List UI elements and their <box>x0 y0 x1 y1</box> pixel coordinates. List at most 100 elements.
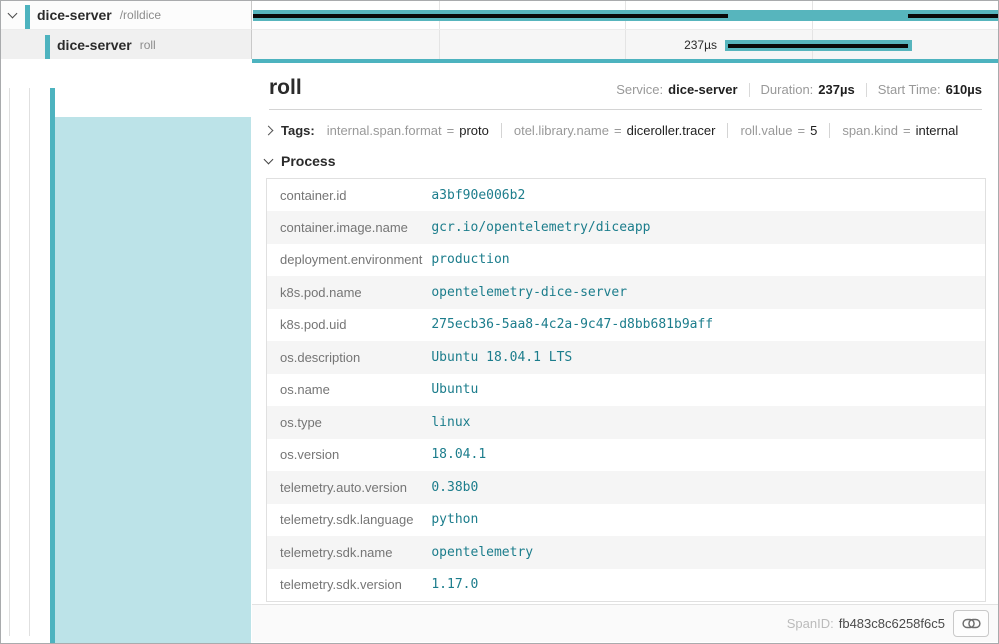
process-value: linux <box>428 406 985 439</box>
critical-path-segment <box>908 14 998 18</box>
process-key: telemetry.sdk.version <box>267 569 429 602</box>
process-key: telemetry.sdk.language <box>267 504 429 537</box>
process-value: 1.17.0 <box>428 569 985 602</box>
span-track <box>252 1 998 30</box>
process-key: k8s.pod.name <box>267 276 429 309</box>
process-key: telemetry.auto.version <box>267 471 429 504</box>
process-value: opentelemetry-dice-server <box>428 276 985 309</box>
process-value: gcr.io/opentelemetry/diceapp <box>428 211 985 244</box>
critical-path-segment <box>253 14 728 18</box>
start-time-value: 610µs <box>946 82 982 97</box>
tag-key: otel.library.name <box>514 123 609 138</box>
service-name: dice-server <box>57 37 132 53</box>
tags-label: Tags: <box>281 123 315 138</box>
process-key: os.description <box>267 341 429 374</box>
tag-value: diceroller.tracer <box>627 123 716 138</box>
trace-view: dice-server /rolldice dice-server roll 2… <box>0 0 999 644</box>
indent-guide <box>29 88 30 636</box>
span-id-label: SpanID: <box>787 616 834 631</box>
divider <box>749 83 750 97</box>
span-detail-panel: roll Service: dice-server Duration: 237µ… <box>252 59 998 642</box>
table-row: telemetry.sdk.name opentelemetry <box>267 536 986 569</box>
span-title: roll <box>269 76 302 100</box>
process-accordion[interactable]: Process <box>265 153 982 169</box>
chevron-down-icon[interactable] <box>264 155 274 165</box>
process-key: telemetry.sdk.name <box>267 536 429 569</box>
table-row: os.name Ubuntu <box>267 374 986 407</box>
process-value: 18.04.1 <box>428 439 985 472</box>
tag-equals: = <box>903 123 911 138</box>
service-value: dice-server <box>668 82 737 97</box>
process-value: Ubuntu <box>428 374 985 407</box>
table-row: os.description Ubuntu 18.04.1 LTS <box>267 341 986 374</box>
service-label: Service: <box>616 82 663 97</box>
tag-equals: = <box>447 123 455 138</box>
span-track: 237µs <box>252 30 998 59</box>
process-key: container.image.name <box>267 211 429 244</box>
span-tree-gutter <box>1 59 252 642</box>
collapse-chevron-icon[interactable] <box>8 9 18 19</box>
indent-guide <box>9 88 10 636</box>
table-row: k8s.pod.name opentelemetry-dice-server <box>267 276 986 309</box>
table-row: deployment.environment production <box>267 244 986 277</box>
operation-name: roll <box>140 38 156 52</box>
span-detail-footer: SpanID: fb483c8c6258f6c5 <box>252 604 998 642</box>
tag-item: roll.value = 5 <box>727 123 817 138</box>
critical-path-segment <box>728 44 908 48</box>
process-value: Ubuntu 18.04.1 LTS <box>428 341 985 374</box>
table-row: telemetry.sdk.version 1.17.0 <box>267 569 986 602</box>
process-key: deployment.environment <box>267 244 429 277</box>
tag-equals: = <box>798 123 806 138</box>
divider <box>269 109 982 110</box>
process-label: Process <box>281 153 335 169</box>
process-kv-table: container.id a3bf90e006b2 container.imag… <box>266 178 986 602</box>
table-row: k8s.pod.uid 275ecb36-5aa8-4c2a-9c47-d8bb… <box>267 309 986 342</box>
selected-span-highlight[interactable] <box>55 117 251 644</box>
process-value: 275ecb36-5aa8-4c2a-9c47-d8bb681b9aff <box>428 309 985 342</box>
span-bar-rolldice[interactable] <box>253 10 998 21</box>
deep-link-button[interactable] <box>953 610 989 637</box>
tag-item: span.kind = internal <box>829 123 958 138</box>
tag-value: 5 <box>810 123 817 138</box>
process-key: k8s.pod.uid <box>267 309 429 342</box>
process-key: os.type <box>267 406 429 439</box>
tag-equals: = <box>614 123 622 138</box>
link-icon <box>962 617 981 630</box>
span-detail-header: roll Service: dice-server Duration: 237µ… <box>269 76 982 100</box>
grid-line <box>439 30 440 59</box>
divider <box>866 83 867 97</box>
process-value: python <box>428 504 985 537</box>
span-id-value: fb483c8c6258f6c5 <box>839 616 945 631</box>
table-row: container.image.name gcr.io/opentelemetr… <box>267 211 986 244</box>
table-row: telemetry.auto.version 0.38b0 <box>267 471 986 504</box>
tag-key: span.kind <box>842 123 898 138</box>
duration-value: 237µs <box>818 82 854 97</box>
span-bar-roll[interactable] <box>725 40 912 51</box>
span-row-label[interactable]: dice-server roll <box>1 30 252 59</box>
service-name: dice-server <box>37 7 112 23</box>
duration-label: Duration: <box>761 82 814 97</box>
table-row: os.version 18.04.1 <box>267 439 986 472</box>
operation-name: /rolldice <box>120 8 161 22</box>
process-value: opentelemetry <box>428 536 985 569</box>
process-value: production <box>428 244 985 277</box>
process-key: container.id <box>267 179 429 212</box>
start-time-label: Start Time: <box>878 82 941 97</box>
process-key: os.version <box>267 439 429 472</box>
tag-item: otel.library.name = diceroller.tracer <box>501 123 716 138</box>
chevron-right-icon[interactable] <box>264 126 274 136</box>
span-duration-label: 237µs <box>612 30 717 59</box>
span-row-rolldice[interactable]: dice-server /rolldice <box>1 1 998 30</box>
tag-key: internal.span.format <box>327 123 442 138</box>
span-meta: Service: dice-server Duration: 237µs Sta… <box>616 82 982 97</box>
tags-accordion[interactable]: Tags: internal.span.format = proto otel.… <box>265 123 982 138</box>
span-row-label[interactable]: dice-server /rolldice <box>1 1 252 30</box>
tag-item: internal.span.format = proto <box>327 123 489 138</box>
process-value: 0.38b0 <box>428 471 985 504</box>
tag-value: proto <box>459 123 489 138</box>
table-row: telemetry.sdk.language python <box>267 504 986 537</box>
span-row-roll[interactable]: dice-server roll 237µs <box>1 30 998 59</box>
tag-value: internal <box>916 123 959 138</box>
service-color-bar <box>45 35 50 59</box>
process-key: os.name <box>267 374 429 407</box>
